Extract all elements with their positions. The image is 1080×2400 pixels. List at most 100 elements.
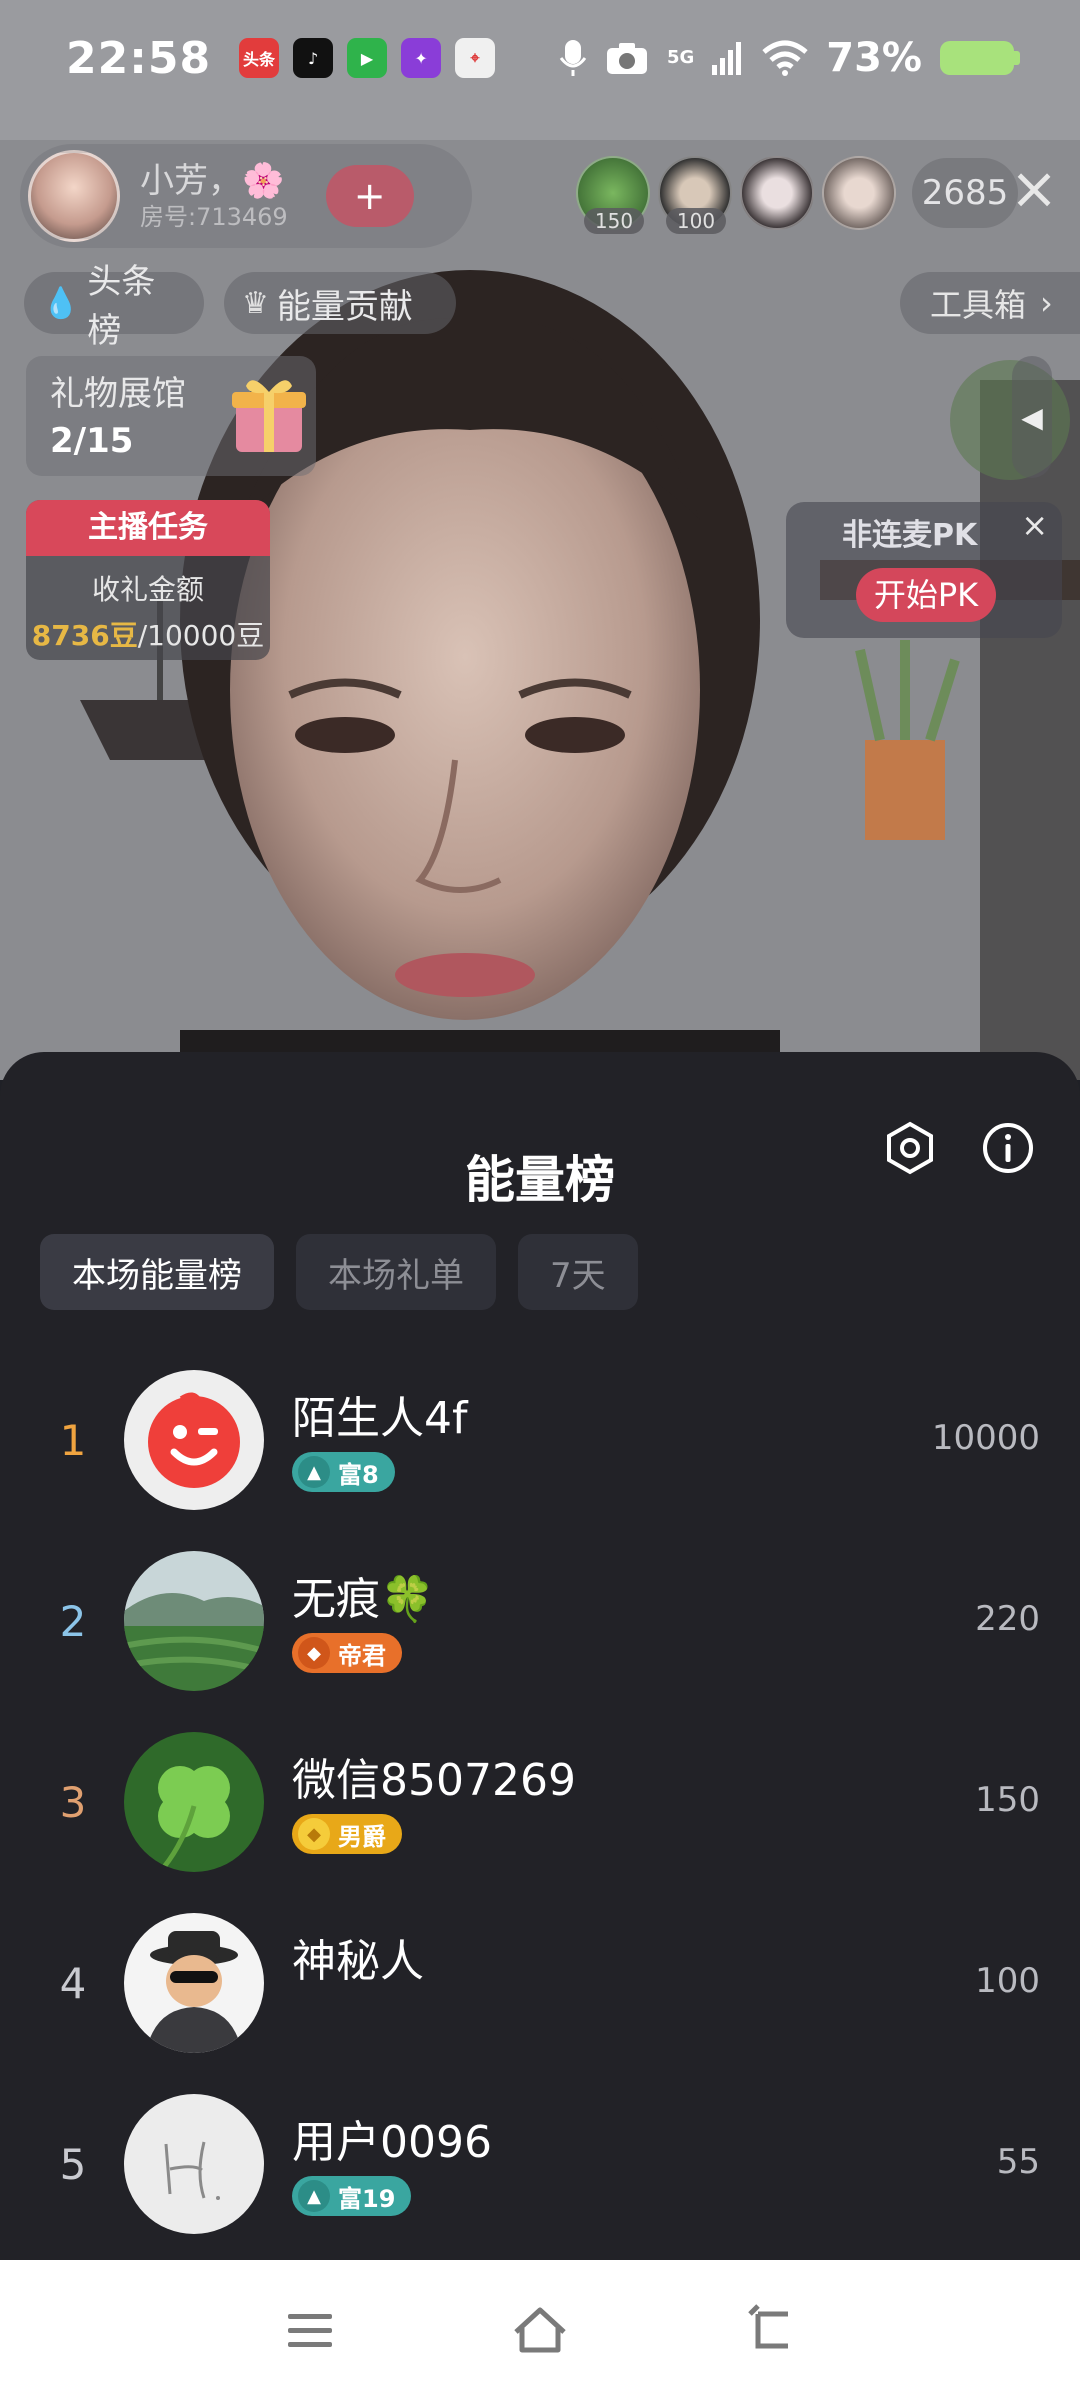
user-avatar[interactable]: [124, 1732, 264, 1872]
chevron-right-icon: ›: [1040, 284, 1053, 322]
toolbox-label: 工具箱: [930, 286, 1027, 324]
handwriting-avatar-icon: [124, 2094, 264, 2234]
headlines-ranking-pill[interactable]: 💧 头条榜: [24, 262, 204, 351]
energy-contribution-label: 能量贡献: [276, 286, 413, 327]
host-info: 小芳，🌸 房号:713469: [140, 160, 288, 233]
home-icon[interactable]: [510, 2300, 570, 2360]
user-name: 陌生人4f: [292, 1393, 468, 1444]
red-smile-avatar-icon: [124, 1370, 264, 1510]
task-current: 8736豆: [31, 619, 138, 652]
viewer-score: 100: [666, 208, 726, 234]
user-name: 用户0096: [292, 2117, 492, 2168]
pk-title: 非连麦PK: [842, 518, 978, 553]
back-icon[interactable]: [740, 2300, 800, 2360]
viewer-avatar-girl[interactable]: [740, 156, 814, 230]
energy-value: 55: [996, 2142, 1040, 2182]
follow-plus-icon: +: [353, 174, 386, 218]
toolbox-button[interactable]: 工具箱 ›: [900, 272, 1080, 334]
rank-number: 5: [59, 2140, 87, 2189]
rank-number: 2: [59, 1597, 87, 1646]
viewer-score: 150: [584, 208, 644, 234]
ranking-row[interactable]: 1 陌生人4f ▲ 富8 10000: [0, 1364, 1080, 1545]
headlines-label: 头条榜: [87, 262, 156, 351]
camera-icon: [606, 43, 647, 74]
crown-icon: ♛: [242, 285, 269, 321]
gift-hall-card[interactable]: 礼物展馆 2/15: [26, 356, 316, 476]
level-badge: ▲ 富19: [292, 2176, 412, 2216]
host-card[interactable]: 小芳，🌸 房号:713469 +: [20, 144, 472, 248]
user-avatar[interactable]: [124, 1913, 264, 2053]
host-avatar[interactable]: [28, 150, 120, 242]
follow-button[interactable]: +: [325, 165, 414, 227]
task-progress: 8736豆/10000豆: [26, 614, 270, 654]
ranking-list: 1 陌生人4f ▲ 富8 10000 2 无痕🍀 ◆ 帝君 220 3 微信85…: [0, 1364, 1080, 2269]
user-avatar[interactable]: [124, 2094, 264, 2234]
ranking-row[interactable]: 2 无痕🍀 ◆ 帝君 220: [0, 1545, 1080, 1726]
rank-number: 3: [59, 1778, 87, 1827]
top-viewers: 150 100 2685: [576, 156, 1018, 234]
ranking-row[interactable]: 5 用户0096 ▲ 富19 55: [0, 2088, 1080, 2269]
pk-close-icon[interactable]: ×: [1021, 506, 1048, 544]
level-badge: ◆ 帝君: [292, 1633, 402, 1673]
network-type-label: 5G: [666, 47, 695, 68]
user-avatar[interactable]: [124, 1551, 264, 1691]
level-badge-label: 男爵: [338, 1822, 386, 1851]
start-pk-button[interactable]: 开始PK: [856, 568, 996, 622]
level-badge-label: 富8: [338, 1460, 379, 1489]
close-icon[interactable]: ×: [1006, 159, 1062, 217]
tab-current-gifts[interactable]: 本场礼单: [296, 1234, 496, 1310]
ranking-tabs: 本场能量榜 本场礼单 7天: [40, 1234, 638, 1310]
viewer-avatar-hat[interactable]: 100: [658, 156, 732, 234]
task-target: /10000豆: [137, 619, 265, 652]
host-name: 小芳，🌸: [140, 160, 285, 201]
collapse-handle-icon[interactable]: ◀: [1012, 356, 1052, 478]
diamond-icon: ◆: [298, 1818, 330, 1850]
user-name: 无痕🍀: [292, 1574, 435, 1625]
energy-value: 100: [975, 1961, 1040, 2001]
info-icon[interactable]: [980, 1120, 1036, 1176]
task-title: 主播任务: [26, 500, 270, 556]
viewer-avatar-clover[interactable]: 150: [576, 156, 650, 234]
menu-icon[interactable]: [280, 2300, 340, 2360]
notification-app-icons: 头条 ♪ ▶ ✦ ⌖: [239, 38, 496, 78]
signal-icon: [712, 42, 742, 75]
shield-icon: ◆: [298, 1637, 330, 1669]
level-badge: ◆ 男爵: [292, 1814, 402, 1854]
tab-7-days[interactable]: 7天: [518, 1234, 638, 1310]
map-app-icon: ⌖: [455, 38, 496, 78]
flame-icon: 💧: [42, 285, 80, 321]
ranking-row[interactable]: 4 神秘人 100: [0, 1907, 1080, 2088]
user-avatar[interactable]: [124, 1370, 264, 1510]
ranking-row[interactable]: 3 微信8507269 ◆ 男爵 150: [0, 1726, 1080, 1907]
gift-box-icon: [232, 380, 306, 452]
energy-contribution-pill[interactable]: ♛ 能量贡献: [224, 272, 456, 334]
wifi-icon: [762, 40, 808, 76]
level-badge-icon: ▲: [298, 1456, 330, 1488]
host-task-card[interactable]: 主播任务 收礼金额 8736豆/10000豆: [26, 500, 270, 660]
settings-icon[interactable]: [882, 1120, 938, 1176]
energy-value: 10000: [931, 1418, 1040, 1458]
status-time: 22:58: [66, 32, 212, 84]
rank-number: 4: [59, 1959, 87, 2008]
battery-icon: [940, 41, 1020, 75]
user-name: 微信8507269: [292, 1755, 576, 1806]
status-indicators: 5G 73%: [559, 35, 1020, 81]
clover-avatar-icon: [124, 1732, 264, 1872]
status-bar: 22:58 头条 ♪ ▶ ✦ ⌖ 5G 73%: [0, 0, 1080, 116]
landscape-avatar-icon: [124, 1551, 264, 1691]
pk-card: 非连麦PK × 开始PK: [786, 502, 1062, 638]
toutiao-icon: 头条: [239, 38, 280, 78]
tab-current-energy[interactable]: 本场能量榜: [40, 1234, 274, 1310]
user-name: 神秘人: [292, 1936, 424, 1987]
viewer-avatar-glasses[interactable]: [822, 156, 896, 230]
level-badge: ▲ 富8: [292, 1452, 395, 1492]
microphone-icon: [559, 40, 587, 76]
level-badge-label: 富19: [338, 2184, 396, 2213]
energy-value: 220: [975, 1599, 1040, 1639]
level-badge-label: 帝君: [338, 1641, 386, 1670]
energy-value: 150: [975, 1780, 1040, 1820]
battery-percent: 73%: [826, 35, 922, 81]
system-navigation-bar: [0, 2260, 1080, 2400]
mystery-person-avatar-icon: [124, 1913, 264, 2053]
viewer-count[interactable]: 2685: [912, 158, 1018, 228]
